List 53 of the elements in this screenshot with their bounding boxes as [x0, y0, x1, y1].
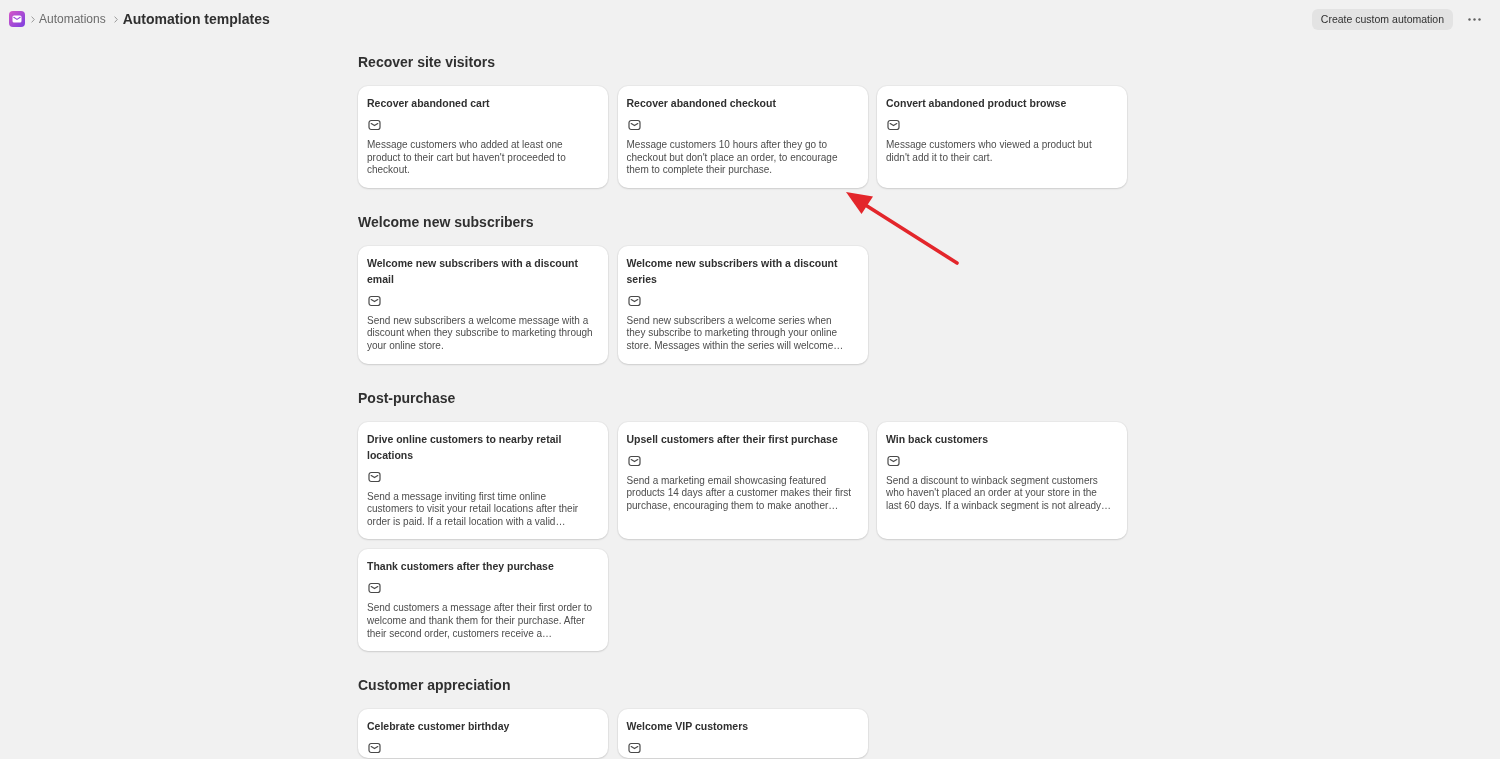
envelope-icon — [627, 454, 641, 467]
card-title: Recover abandoned cart — [367, 96, 490, 111]
card-description: Send a marketing email showcasing featured products 14 days after a customer makes their first purchase, encouraging them to make another… — [626, 474, 853, 513]
card-title: Welcome new subscribers with a discount series — [626, 255, 839, 287]
template-card[interactable]: Recover abandoned checkout Message customers 10 hours after they go to checkout but don't place an order, to encourage them to complete their purchase. — [617, 86, 868, 188]
card-title: Welcome VIP customers — [626, 719, 749, 735]
envelope-icon — [627, 742, 641, 755]
card-title: Welcome new subscribers with a discount email — [367, 255, 580, 287]
template-card[interactable]: Win back customers Send a discount to winback segment customers who haven't placed an order at your store in the last 60 days. If a winback segment is not already… — [877, 421, 1127, 540]
chevron-icon — [31, 15, 35, 23]
card-description: Send new subscribers a welcome series when they subscribe to marketing through your online store. Messages within the series will welcome… — [626, 314, 845, 353]
breadcrumb-link[interactable]: Automations — [39, 12, 106, 26]
card-description: Send a message inviting first time online customers to visit your retail locations after their order is paid. If a retail location with a valid… — [367, 490, 580, 529]
section-heading: Customer appreciation — [358, 677, 512, 694]
card-description: Message customers 10 hours after they go to checkout but don't place an order, to encourage them to complete their purchase. — [626, 139, 839, 177]
template-card[interactable]: Welcome VIP customers — [617, 709, 868, 759]
envelope-icon — [887, 454, 900, 467]
envelope-icon — [627, 119, 641, 131]
envelope-icon — [368, 582, 381, 595]
card-description: Send a discount to winback segment customers who haven't placed an order at your store in the last 60 days. If a winback segment is not already… — [886, 474, 1113, 513]
template-card[interactable]: Upsell customers after their first purchase Send a marketing email showcasing featured products 14 days after a customer makes their first purchase, encouraging them to make another… — [617, 421, 868, 540]
template-card[interactable]: Thank customers after they purchase Send customers a message after their first order to welcome and thank them for their purchase. After their second order, customers receive a… — [358, 549, 608, 652]
card-title: Convert abandoned product browse — [886, 96, 1067, 111]
page-title: Automation templates — [122, 11, 270, 27]
card-title: Upsell customers after their first purchase — [626, 431, 838, 447]
section-heading: Welcome new subscribers — [358, 213, 535, 230]
envelope-icon — [368, 470, 381, 483]
card-title: Celebrate customer birthday — [367, 719, 510, 735]
template-card[interactable]: Recover abandoned cart Message customers who added at least one product to their cart but haven't proceeded to checkout. — [358, 86, 608, 188]
card-title: Win back customers — [886, 431, 989, 447]
more-icon[interactable] — [1468, 17, 1481, 21]
card-title: Drive online customers to nearby retail locations — [367, 431, 563, 463]
template-card[interactable]: Convert abandoned product browse Message customers who viewed a product but didn't add it to their cart. — [877, 86, 1127, 188]
envelope-icon — [887, 119, 900, 131]
envelope-icon — [368, 119, 381, 131]
card-description: Send new subscribers a welcome message with a discount when they subscribe to marketing through your online store. — [367, 314, 594, 353]
template-card[interactable]: Welcome new subscribers with a discount series Send new subscribers a welcome series when they subscribe to marketing through your online store. Messages within the series will welcome… — [617, 245, 868, 364]
template-card[interactable]: Drive online customers to nearby retail locations Send a message inviting first time online customers to visit your retail locations after their order is paid. If a retail location with a valid… — [358, 421, 608, 540]
card-title: Thank customers after they purchase — [367, 559, 554, 575]
card-description: Message customers who viewed a product but didn't add it to their cart. — [886, 139, 1093, 165]
card-description: Send customers a message after their first order to welcome and thank them for their purchase. After their second order, customers receive a… — [367, 602, 594, 641]
create-automation-button[interactable]: Create custom automation — [1311, 8, 1453, 30]
card-description: Message customers who added at least one product to their cart but haven't proceeded to checkout. — [367, 139, 567, 177]
envelope-icon — [368, 742, 381, 755]
mail-app-icon — [9, 11, 25, 27]
section-heading: Recover site visitors — [358, 54, 496, 70]
section-heading: Post-purchase — [358, 389, 457, 406]
envelope-icon — [627, 294, 641, 307]
chevron-icon — [113, 15, 118, 23]
card-title: Recover abandoned checkout — [626, 96, 776, 111]
envelope-icon — [368, 294, 381, 307]
template-card[interactable]: Celebrate customer birthday — [358, 709, 608, 759]
template-card[interactable]: Welcome new subscribers with a discount email Send new subscribers a welcome message with a discount when they subscribe to marketing through your online store. — [358, 245, 608, 364]
